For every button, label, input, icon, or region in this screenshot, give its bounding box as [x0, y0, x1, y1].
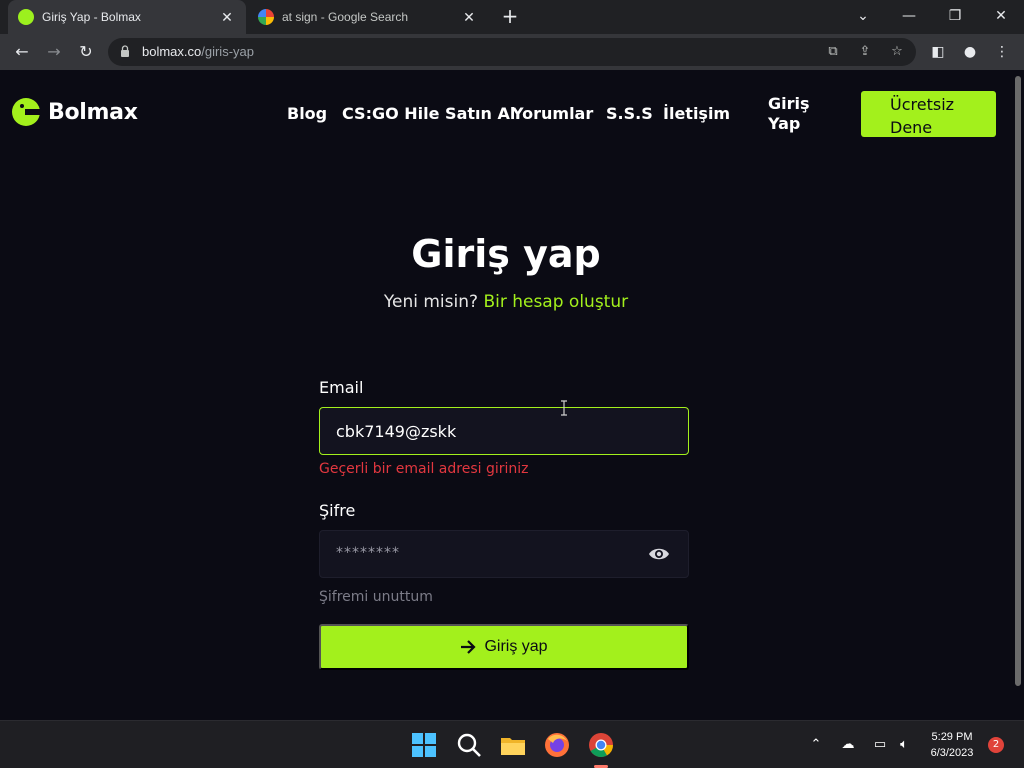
tab-bolmax[interactable]: Giriş Yap - Bolmax ✕ — [8, 0, 246, 34]
browser-tab-bar: Giriş Yap - Bolmax ✕ at sign - Google Se… — [0, 0, 1024, 34]
chrome-icon[interactable] — [587, 731, 615, 759]
login-submit-button[interactable]: Giriş yap — [319, 624, 689, 670]
forward-icon[interactable]: → — [42, 40, 66, 64]
tab-search-icon[interactable]: ⌄ — [840, 0, 886, 34]
network-icon[interactable]: ▭ — [870, 735, 890, 755]
close-tab-icon[interactable]: ✕ — [218, 9, 236, 26]
clock-time: 5:29 PM — [931, 731, 973, 743]
side-panel-icon[interactable]: ◧ — [928, 42, 948, 62]
site-logo[interactable]: Bolmax — [12, 98, 138, 126]
page-scrollbar[interactable] — [1012, 70, 1024, 720]
password-mask: ******** — [336, 545, 400, 561]
back-icon[interactable]: ← — [10, 40, 34, 64]
windows-start-icon[interactable] — [410, 731, 438, 759]
cta-line2: Dene — [890, 118, 933, 137]
reload-icon[interactable]: ↻ — [74, 40, 98, 64]
google-favicon-icon — [258, 9, 274, 25]
new-tab-icon[interactable]: + — [498, 4, 522, 28]
restore-icon[interactable]: ❐ — [932, 0, 978, 34]
tab-google-search[interactable]: at sign - Google Search ✕ — [248, 0, 488, 34]
nav-sss[interactable]: S.S.S — [606, 104, 653, 123]
bolmax-favicon-icon — [18, 9, 34, 25]
url-host: bolmax.co — [142, 44, 202, 59]
nav-yorumlar[interactable]: Yorumlar — [512, 104, 593, 123]
email-value: cbk7149@zskk — [336, 422, 457, 441]
minimize-icon[interactable]: — — [886, 0, 932, 34]
system-clock[interactable]: 5:29 PM 6/3/2023 — [922, 729, 982, 761]
windows-taskbar: ⌃ ☁ ▭ 🔈︎ 5:29 PM 6/3/2023 2 — [0, 720, 1024, 768]
browser-toolbar: ← → ↻ bolmax.co/giris-yap ⧉ ⇪ ☆ ◧ ● ⋮ — [0, 34, 1024, 70]
cta-line1: Ücretsiz — [890, 95, 955, 114]
address-bar[interactable]: bolmax.co/giris-yap ⧉ ⇪ ☆ — [108, 38, 916, 66]
profile-icon[interactable]: ● — [960, 42, 980, 62]
email-field[interactable]: cbk7149@zskk — [319, 407, 689, 455]
page-title: Giriş yap — [411, 232, 601, 276]
bolmax-logo-icon — [12, 98, 40, 126]
show-password-eye-icon[interactable] — [648, 546, 670, 562]
password-field[interactable]: ******** — [319, 530, 689, 578]
login-link-line2: Yap — [768, 114, 801, 133]
nav-login-link[interactable]: Giriş Yap — [768, 94, 828, 134]
notification-badge[interactable]: 2 — [988, 737, 1004, 753]
clock-date: 6/3/2023 — [930, 747, 974, 759]
email-label: Email — [319, 378, 364, 397]
free-trial-button[interactable]: Ücretsiz Dene — [861, 91, 996, 137]
url-text: bolmax.co/giris-yap — [142, 44, 254, 59]
signup-prompt: Yeni misin? Bir hesap oluştur — [0, 292, 1012, 312]
onedrive-cloud-icon[interactable]: ☁ — [838, 735, 858, 755]
close-tab-icon[interactable]: ✕ — [460, 9, 478, 26]
login-submit-label: Giriş yap — [484, 638, 548, 655]
volume-icon[interactable]: 🔈︎ — [894, 735, 914, 755]
close-window-icon[interactable]: ✕ — [978, 0, 1024, 34]
nav-blog[interactable]: Blog — [287, 104, 327, 123]
create-account-link[interactable]: Bir hesap oluştur — [483, 292, 628, 312]
translate-icon[interactable]: ⧉ — [824, 43, 842, 61]
signup-prompt-text: Yeni misin? — [383, 292, 479, 312]
text-cursor-icon — [561, 400, 567, 416]
file-explorer-icon[interactable] — [499, 731, 527, 759]
url-path: /giris-yap — [201, 44, 254, 59]
share-icon[interactable]: ⇪ — [856, 43, 874, 61]
scrollbar-thumb[interactable] — [1015, 76, 1021, 686]
firefox-icon[interactable] — [543, 731, 571, 759]
nav-csgo-hile[interactable]: CS:GO Hile Satın Al — [342, 104, 515, 123]
email-error-message: Geçerli bir email adresi giriniz — [319, 461, 529, 477]
tab-title: Giriş Yap - Bolmax — [42, 10, 141, 24]
menu-kebab-icon[interactable]: ⋮ — [992, 42, 1012, 62]
bookmark-star-icon[interactable]: ☆ — [888, 43, 906, 61]
show-hidden-icons-chevron-icon[interactable]: ⌃ — [806, 735, 826, 755]
arrow-right-icon — [461, 640, 476, 654]
tab-title: at sign - Google Search — [282, 10, 409, 24]
search-icon[interactable] — [455, 731, 483, 759]
lock-icon — [121, 45, 129, 57]
nav-iletisim[interactable]: İletişim — [663, 104, 730, 123]
password-label: Şifre — [319, 501, 356, 520]
logo-text: Bolmax — [48, 99, 138, 125]
login-link-line1: Giriş — [768, 94, 810, 113]
web-page: Bolmax Blog CS:GO Hile Satın Al Yorumlar… — [0, 70, 1012, 720]
forgot-password-link[interactable]: Şifremi unuttum — [319, 589, 433, 605]
